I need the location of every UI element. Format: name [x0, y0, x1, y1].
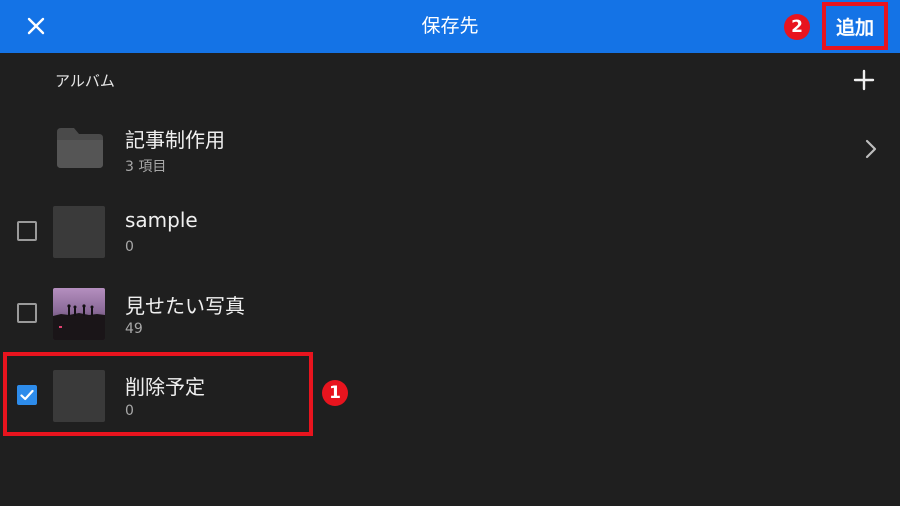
album-thumbnail-to-delete: [53, 370, 105, 422]
album-count: 49: [125, 321, 143, 337]
album-section-label: アルバム: [55, 72, 115, 90]
album-name: 見せたい写真: [125, 294, 245, 318]
album-row-to-delete[interactable]: 削除予定 0: [0, 359, 900, 439]
album-name: 削除予定: [125, 375, 205, 399]
check-icon: [20, 389, 34, 401]
page-title: 保存先: [421, 15, 479, 37]
album-thumbnail-sample: [53, 206, 105, 258]
photo-thumbnail-image: [53, 288, 105, 340]
folder-icon: [57, 128, 103, 168]
album-checkbox-to-delete[interactable]: [17, 385, 37, 405]
new-album-button[interactable]: [852, 68, 876, 92]
album-checkbox-favorites[interactable]: [17, 303, 37, 323]
folder-row[interactable]: 記事制作用 3 項目: [0, 112, 900, 192]
top-bar: 保存先 2 追加: [0, 0, 900, 53]
close-button[interactable]: [22, 12, 50, 40]
folder-count: 3 項目: [125, 159, 167, 175]
folder-name: 記事制作用: [125, 128, 225, 152]
album-row-favorites[interactable]: 見せたい写真 49: [0, 277, 900, 357]
chevron-right-icon[interactable]: [864, 138, 878, 160]
album-checkbox-sample[interactable]: [17, 221, 37, 241]
annotation-badge-1: 1: [322, 380, 348, 406]
annotation-badge-2: 2: [784, 14, 810, 40]
album-thumbnail-photo: [53, 288, 105, 340]
album-name: sample: [125, 208, 198, 232]
add-button[interactable]: 追加: [822, 2, 888, 50]
album-count: 0: [125, 239, 134, 255]
plus-icon: [853, 69, 875, 91]
close-icon: [27, 17, 45, 35]
album-count: 0: [125, 403, 134, 419]
album-row-sample[interactable]: sample 0: [0, 195, 900, 275]
